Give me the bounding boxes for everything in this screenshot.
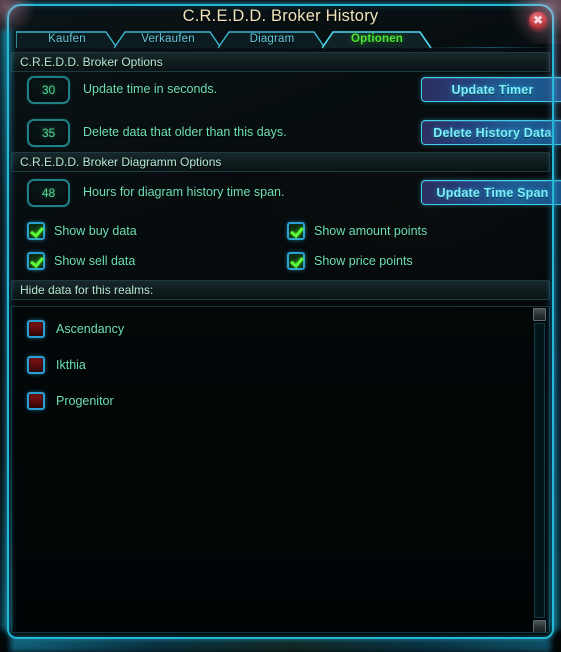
- time-span-value: 48: [41, 186, 56, 200]
- realm-label-ascendancy: Ascendancy: [56, 322, 125, 336]
- checkbox-label-show-sell-data: Show sell data: [54, 254, 136, 268]
- update-time-span-button-label: Update Time Span: [436, 185, 549, 200]
- delete-days-label: Delete data that older than this days.: [83, 125, 287, 139]
- realm-label-ikthia: Ikthia: [56, 358, 86, 372]
- realm-item-ascendancy[interactable]: Ascendancy: [27, 319, 124, 339]
- update-time-span-button[interactable]: Update Time Span: [421, 180, 561, 205]
- tab-label-kaufen: Kaufen: [48, 33, 86, 45]
- scroll-up-icon[interactable]: [533, 308, 546, 321]
- checkbox-label-show-amount-points: Show amount points: [314, 224, 428, 238]
- section-title-broker-options: C.R.E.D.D. Broker Options: [20, 55, 163, 69]
- tab-diagram[interactable]: Diagram: [218, 29, 326, 49]
- tab-verkaufen[interactable]: Verkaufen: [114, 29, 222, 49]
- checkbox-icon-show-buy-data: [27, 222, 45, 240]
- time-span-label: Hours for diagram history time span.: [83, 185, 285, 199]
- time-span-input[interactable]: 48: [27, 179, 70, 207]
- section-header-broker-options: C.R.E.D.D. Broker Options: [11, 52, 550, 72]
- checkbox-show-sell-data[interactable]: Show sell data: [27, 251, 135, 271]
- checkbox-icon-realm-progenitor: [27, 392, 45, 410]
- checkbox-icon-show-amount-points: [287, 222, 305, 240]
- checkbox-icon-show-price-points: [287, 252, 305, 270]
- tab-label-diagram: Diagram: [249, 33, 295, 45]
- tab-label-optionen: Optionen: [350, 33, 404, 45]
- update-time-value: 30: [41, 83, 56, 97]
- checkbox-label-show-buy-data: Show buy data: [54, 224, 137, 238]
- realm-list-panel: Ascendancy Ikthia Progenitor: [11, 306, 550, 633]
- frame-glow-bottom: [10, 638, 551, 652]
- checkbox-icon-realm-ikthia: [27, 356, 45, 374]
- page-title: C.R.E.D.D. Broker History: [182, 7, 379, 25]
- tab-strip: Kaufen Verkaufen Diagram Optionen: [10, 29, 551, 49]
- row-update-time: 30 Update time in seconds. Update Timer: [27, 76, 561, 106]
- checkbox-label-show-price-points: Show price points: [314, 254, 413, 268]
- options-content: C.R.E.D.D. Broker Options 30 Update time…: [11, 48, 561, 633]
- tab-label-verkaufen: Verkaufen: [141, 33, 195, 45]
- delete-days-value: 35: [41, 126, 56, 140]
- delete-history-data-button-label: Delete History Data: [433, 125, 552, 140]
- row-time-span: 48 Hours for diagram history time span. …: [27, 179, 561, 209]
- tab-kaufen[interactable]: Kaufen: [16, 29, 118, 49]
- close-icon: ✖: [532, 13, 544, 27]
- realm-item-ikthia[interactable]: Ikthia: [27, 355, 86, 375]
- update-time-label: Update time in seconds.: [83, 82, 218, 96]
- checkbox-show-buy-data[interactable]: Show buy data: [27, 221, 137, 241]
- scrollbar-track[interactable]: [534, 323, 545, 618]
- realm-label-progenitor: Progenitor: [56, 394, 114, 408]
- close-button[interactable]: ✖: [529, 12, 547, 30]
- tabstrip-baseline: [428, 47, 551, 48]
- section-header-diagram-options: C.R.E.D.D. Broker Diagramm Options: [11, 152, 550, 172]
- checkbox-show-price-points[interactable]: Show price points: [287, 251, 413, 271]
- update-time-input[interactable]: 30: [27, 76, 70, 104]
- realm-list: Ascendancy Ikthia Progenitor: [12, 307, 522, 632]
- section-title-diagram-options: C.R.E.D.D. Broker Diagramm Options: [20, 155, 222, 169]
- realm-list-scrollbar[interactable]: [532, 307, 548, 632]
- tab-optionen[interactable]: Optionen: [322, 29, 432, 49]
- checkbox-icon-show-sell-data: [27, 252, 45, 270]
- delete-days-input[interactable]: 35: [27, 119, 70, 147]
- row-delete-data: 35 Delete data that older than this days…: [27, 119, 561, 149]
- broker-history-window: C.R.E.D.D. Broker History ✖ Kaufen Verka…: [0, 0, 561, 652]
- section-title-realms: Hide data for this realms:: [20, 283, 154, 297]
- section-header-realms: Hide data for this realms:: [11, 280, 550, 300]
- realm-item-progenitor[interactable]: Progenitor: [27, 391, 114, 411]
- update-timer-button-label: Update Timer: [451, 82, 534, 97]
- scroll-down-icon[interactable]: [533, 620, 546, 632]
- update-timer-button[interactable]: Update Timer: [421, 77, 561, 102]
- checkbox-icon-realm-ascendancy: [27, 320, 45, 338]
- checkbox-show-amount-points[interactable]: Show amount points: [287, 221, 427, 241]
- delete-history-data-button[interactable]: Delete History Data: [421, 120, 561, 145]
